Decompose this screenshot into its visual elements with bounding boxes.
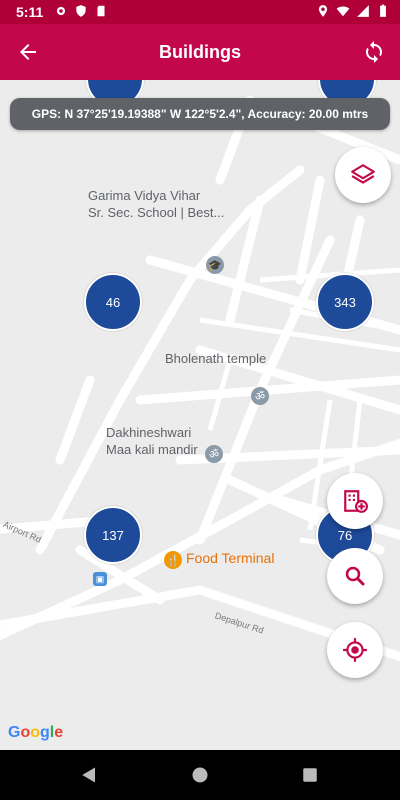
battery-icon (380, 4, 386, 17)
nav-home-icon[interactable] (191, 766, 209, 784)
cluster-marker[interactable]: 137 (84, 506, 142, 564)
my-location-button[interactable] (327, 622, 383, 678)
nav-back-icon[interactable] (80, 766, 98, 784)
place-label-bholenath[interactable]: Bholenath temple (165, 350, 266, 367)
search-button[interactable] (327, 548, 383, 604)
status-time: 5:11 (16, 4, 44, 20)
bus-stop-icon[interactable]: ▣ (93, 572, 107, 586)
status-bar: 5:11 (0, 0, 400, 24)
location-pin-icon (318, 5, 328, 17)
sync-icon[interactable] (362, 40, 386, 64)
add-building-button[interactable] (327, 473, 383, 529)
restaurant-icon[interactable]: 🍴 (164, 551, 182, 569)
wifi-icon (336, 6, 350, 17)
my-location-icon (343, 638, 367, 662)
temple-icon[interactable]: ॐ (205, 445, 223, 463)
layers-button[interactable] (335, 147, 391, 203)
school-icon[interactable]: 🎓 (206, 256, 224, 274)
page-title: Buildings (159, 42, 241, 62)
system-nav-bar (0, 750, 400, 800)
app-bar: Buildings (0, 24, 400, 80)
place-label-dakhineshwari[interactable]: Dakhineshwari Maa kali mandir (106, 424, 198, 458)
signal-icon (357, 5, 369, 17)
gps-status-banner: GPS: N 37°25'19.19388" W 122°5'2.4", Acc… (10, 98, 390, 130)
place-label-food-terminal[interactable]: Food Terminal (186, 550, 274, 567)
shield-icon (76, 5, 86, 17)
cluster-marker[interactable]: 46 (84, 273, 142, 331)
nav-recents-icon[interactable] (301, 766, 319, 784)
add-building-icon (344, 490, 368, 513)
search-icon (345, 566, 365, 586)
place-label-school[interactable]: Garima Vidya Vihar Sr. Sec. School | Bes… (88, 187, 224, 221)
sd-card-icon (97, 5, 105, 17)
settings-gear-icon (56, 6, 66, 16)
layers-icon (351, 164, 375, 184)
google-logo: Google (8, 724, 64, 741)
temple-icon[interactable]: ॐ (251, 387, 269, 405)
cluster-marker[interactable]: 343 (316, 273, 374, 331)
